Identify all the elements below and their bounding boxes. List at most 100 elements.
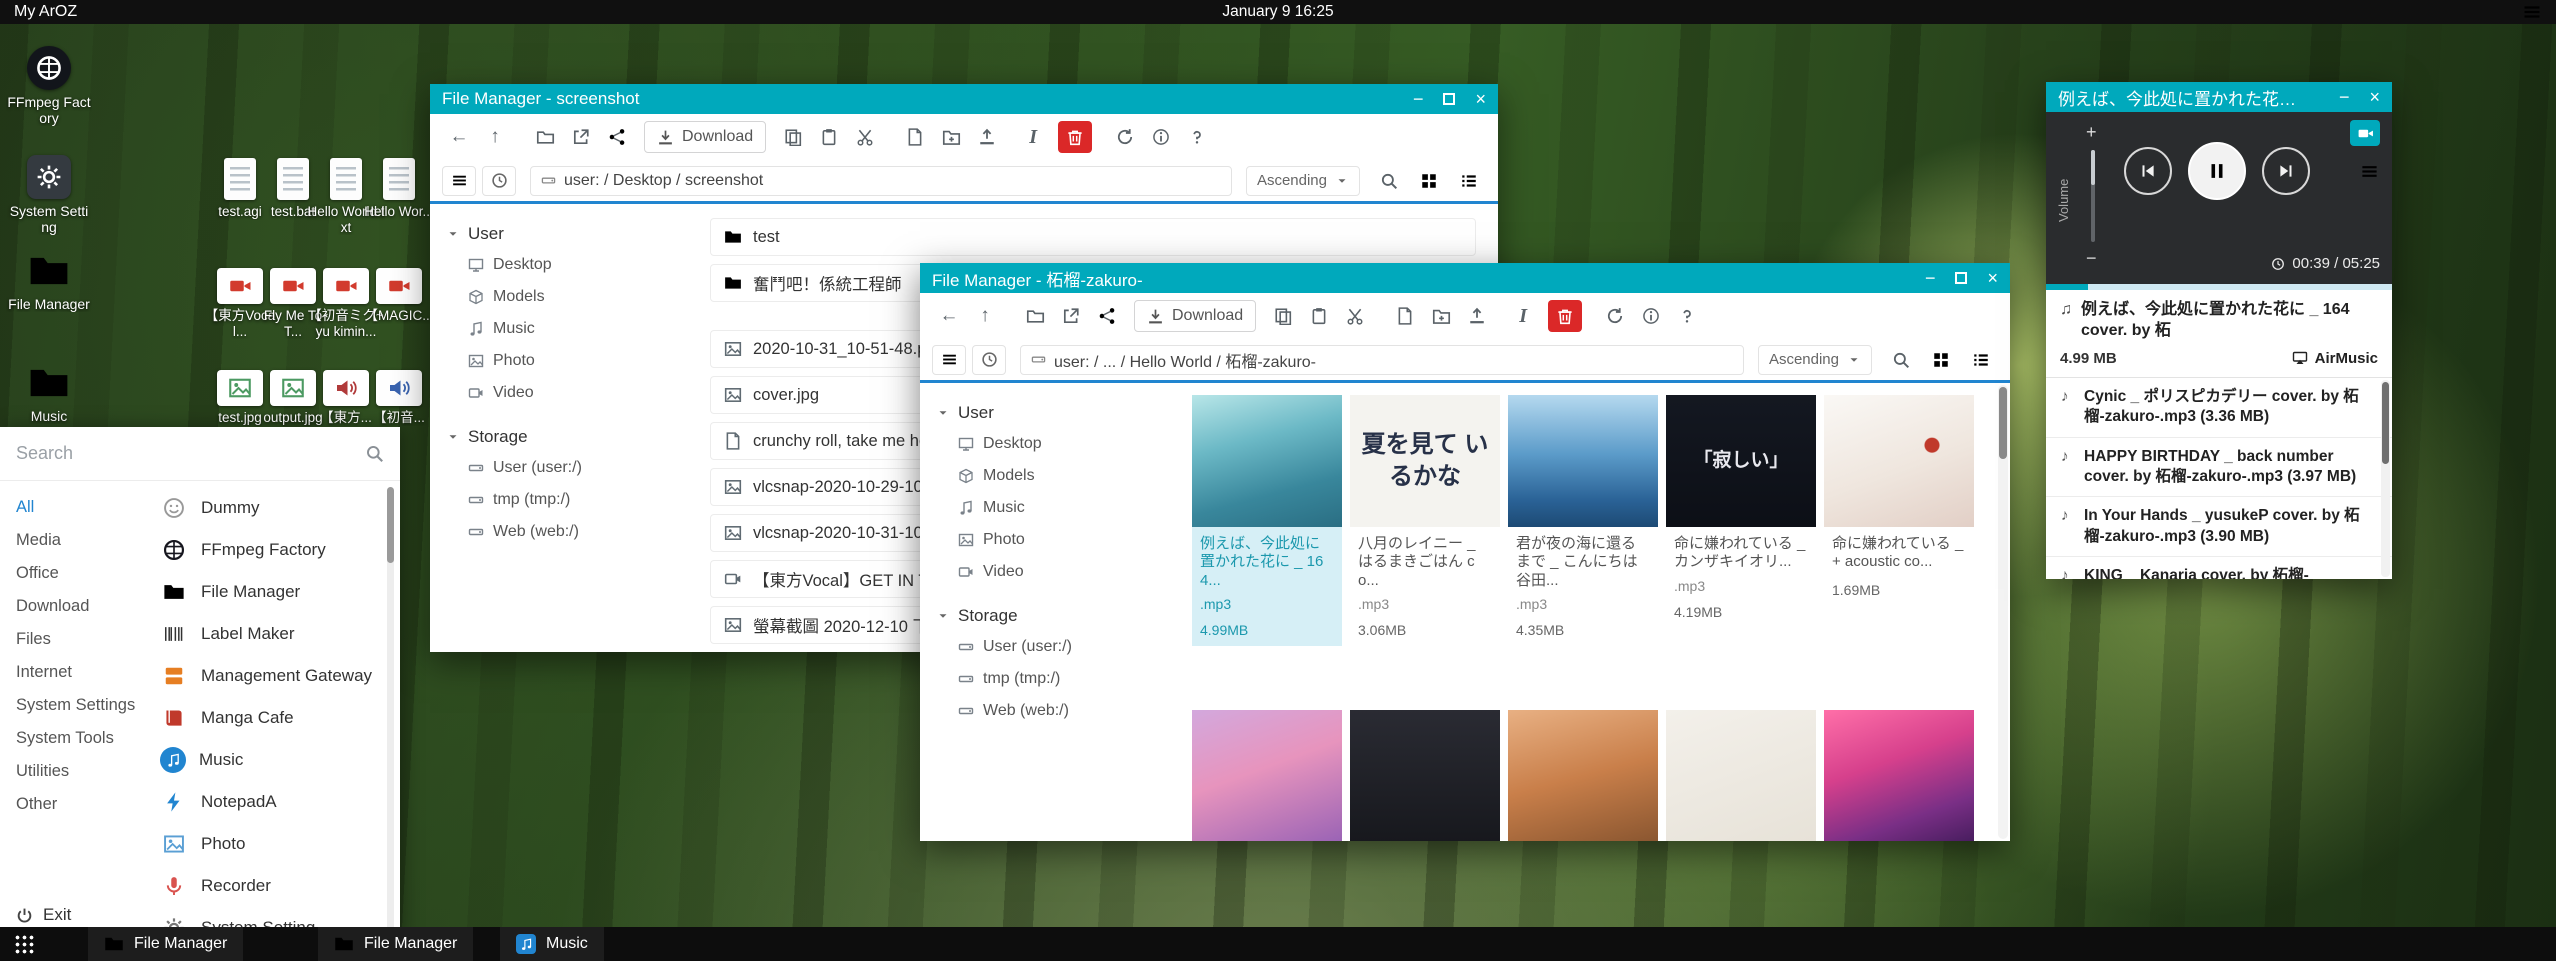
sidebar-item-models[interactable]: Models [430,281,688,313]
app-item-photo[interactable]: Photo [152,823,384,865]
file-tile[interactable]: 君が夜の海に還るまで _ こんにちは谷田... .mp3 4.35MB [1508,395,1658,646]
cut-button[interactable] [848,121,882,153]
playlist-item[interactable]: ♪HAPPY BIRTHDAY _ back number cover. by … [2046,438,2392,498]
back-button[interactable]: ← [932,300,966,332]
cast-button[interactable] [2350,120,2380,146]
share-button[interactable] [1090,300,1124,332]
refresh-button[interactable] [1598,300,1632,332]
path-bar[interactable]: user: / Desktop / screenshot [530,166,1232,196]
search-input[interactable] [16,443,355,464]
search-icon[interactable] [365,444,384,463]
sidebar-item-music[interactable]: Music [920,492,1178,524]
up-button[interactable]: ↑ [968,300,1002,332]
sort-dropdown[interactable]: Ascending [1758,345,1872,375]
taskbar-item-file-manager-1[interactable]: File Manager [88,927,243,961]
category-media[interactable]: Media [0,524,152,557]
window-titlebar[interactable]: File Manager - screenshot − × [430,84,1498,114]
app-item-notepada[interactable]: NotepadA [152,781,384,823]
desktop-icon-music[interactable]: Music [6,362,92,424]
minimize-button[interactable]: − [1925,269,1936,287]
help-button[interactable] [1670,300,1704,332]
history-button[interactable] [972,345,1006,375]
playlist-item[interactable]: ♪KING _ Kanaria cover. by 柘榴-zakuro-.mp3… [2046,557,2392,579]
share-button[interactable] [600,121,634,153]
window-titlebar[interactable]: File Manager - 柘榴-zakuro- − × [920,263,2010,293]
info-button[interactable] [1634,300,1668,332]
scrollbar-handle[interactable] [2382,382,2389,464]
rename-button[interactable]: I [1506,300,1540,332]
file-tile[interactable]: 命に嫌われている _ + acoustic co... 1.69MB [1824,395,1974,646]
sidebar-item-video[interactable]: Video [920,556,1178,588]
copy-button[interactable] [1266,300,1300,332]
sidebar-item-storage-tmp[interactable]: tmp (tmp:/) [920,663,1178,695]
sidebar-item-storage-user[interactable]: User (user:/) [920,631,1178,663]
close-button[interactable]: × [1475,90,1486,108]
sidebar-item-desktop[interactable]: Desktop [430,249,688,281]
list-view-button[interactable] [1452,165,1486,197]
file-row[interactable]: test [710,218,1476,256]
desktop-file-audio-2[interactable]: 【初音... [360,370,438,426]
list-mode-button[interactable] [932,345,966,375]
cut-button[interactable] [1338,300,1372,332]
desktop-file-video-4[interactable]: 【MAGIC... [360,268,438,324]
open-folder-button[interactable] [528,121,562,153]
new-folder-button[interactable] [1424,300,1458,332]
scrollbar-handle[interactable] [1999,387,2007,459]
sidebar-header-storage[interactable]: Storage [920,598,1178,631]
new-file-button[interactable] [1388,300,1422,332]
file-tile[interactable]: 毒 _ HamP cover... [1350,710,1500,841]
paste-button[interactable] [1302,300,1336,332]
file-tile[interactable]: 炮梨東京 _ Avase... [1824,710,1974,841]
sidebar-item-photo[interactable]: Photo [430,345,688,377]
upload-button[interactable] [1460,300,1494,332]
scrollbar-handle[interactable] [387,487,394,563]
output-device[interactable]: AirMusic [2292,350,2378,367]
category-utilities[interactable]: Utilities [0,755,152,788]
maximize-button[interactable] [1443,93,1455,105]
volume-down-button[interactable]: − [2086,248,2097,269]
new-folder-button[interactable] [934,121,968,153]
category-files[interactable]: Files [0,623,152,656]
sidebar-header-user[interactable]: User [430,216,688,249]
open-folder-button[interactable] [1018,300,1052,332]
category-system-tools[interactable]: System Tools [0,722,152,755]
app-item-music[interactable]: Music [152,739,384,781]
playlist-item[interactable]: ♪Cynic _ ポリスピカデリー cover. by 柘榴-zakuro-.m… [2046,378,2392,438]
copy-button[interactable] [776,121,810,153]
file-tile[interactable]: 薔と薔薇 _ 春火月... [1508,710,1658,841]
player-menu-icon[interactable] [2360,162,2379,181]
open-external-button[interactable] [1054,300,1088,332]
refresh-button[interactable] [1108,121,1142,153]
search-icon[interactable] [1372,165,1406,197]
category-system-settings[interactable]: System Settings [0,689,152,722]
app-grid-icon[interactable] [14,934,34,954]
app-item-ffmpeg-factory[interactable]: FFmpeg Factory [152,529,384,571]
maximize-button[interactable] [1955,272,1967,284]
list-view-button[interactable] [1964,344,1998,376]
file-tile[interactable]: 「寂しい」 命に嫌われている _ カンザキイオリ... .mp3 4.19MB [1666,395,1816,646]
rename-button[interactable]: I [1016,121,1050,153]
category-office[interactable]: Office [0,557,152,590]
file-tile[interactable]: 夏を見て いるかな 八月のレイニー _ はるまきごはん co... .mp3 3… [1350,395,1500,646]
volume-up-button[interactable]: + [2086,122,2097,143]
sort-dropdown[interactable]: Ascending [1246,166,1360,196]
progress-bar[interactable] [2046,284,2392,290]
open-external-button[interactable] [564,121,598,153]
download-button[interactable]: Download [644,121,766,153]
sidebar-item-photo[interactable]: Photo [920,524,1178,556]
next-track-button[interactable] [2262,147,2310,195]
delete-button[interactable] [1548,300,1582,332]
sidebar-item-storage-tmp[interactable]: tmp (tmp:/) [430,484,688,516]
minimize-button[interactable]: − [1413,90,1424,108]
app-item-management-gateway[interactable]: Management Gateway [152,655,384,697]
app-item-file-manager[interactable]: File Manager [152,571,384,613]
sidebar-item-storage-user[interactable]: User (user:/) [430,452,688,484]
app-item-recorder[interactable]: Recorder [152,865,384,907]
app-item-manga-cafe[interactable]: Manga Cafe [152,697,384,739]
upload-button[interactable] [970,121,1004,153]
list-mode-button[interactable] [442,166,476,196]
previous-track-button[interactable] [2124,147,2172,195]
info-button[interactable] [1144,121,1178,153]
delete-button[interactable] [1058,121,1092,153]
file-tile[interactable]: 忘却廃俗代傳... [1666,710,1816,841]
